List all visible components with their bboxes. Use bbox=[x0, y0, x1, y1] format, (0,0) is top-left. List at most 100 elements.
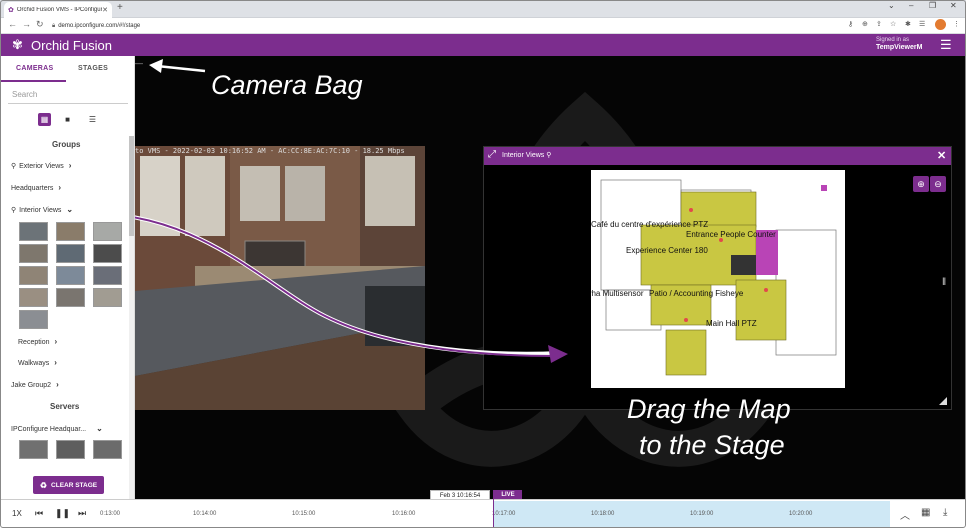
servers-heading: Servers bbox=[50, 402, 80, 411]
stage[interactable]: — to VMS - 2022-02-03 10:16:52 AM - AC:C… bbox=[135, 56, 966, 499]
browser-tab-title: Orchid Fusion VMS - IPConfigure bbox=[16, 7, 103, 13]
key-icon[interactable]: ⚷ bbox=[848, 20, 853, 28]
app-header: ✾ Orchid Fusion Signed in as TempViewerM… bbox=[0, 34, 966, 56]
sidebar-scrollbar-thumb[interactable] bbox=[129, 136, 134, 236]
drag-map-callout-line1: Drag the Map bbox=[627, 394, 791, 424]
search-input[interactable]: Search bbox=[12, 90, 37, 99]
group-interior-views[interactable]: ⚲ Interior Views ⌄ bbox=[11, 205, 73, 214]
group-headquarters[interactable]: Headquarters › bbox=[11, 183, 61, 192]
timeline-tick-label: 10:14:00 bbox=[193, 511, 217, 517]
group-reception[interactable]: Reception › bbox=[18, 337, 57, 346]
playback-speed[interactable]: 1X bbox=[12, 509, 22, 518]
group-label: Exterior Views bbox=[19, 163, 64, 170]
chevron-down-icon: ⌄ bbox=[96, 424, 103, 433]
browser-menu-icon[interactable]: ⋮ bbox=[953, 20, 960, 28]
share-icon[interactable]: ⇪ bbox=[876, 20, 882, 28]
group-label: Jake Group2 bbox=[11, 382, 52, 389]
skip-forward-icon[interactable]: ⏭ bbox=[78, 508, 86, 519]
group-label: Interior Views bbox=[19, 207, 62, 214]
group-exterior-views[interactable]: ⚲ Exterior Views › bbox=[11, 161, 71, 170]
username[interactable]: TempViewerM bbox=[876, 44, 922, 51]
chevron-right-icon: › bbox=[54, 337, 58, 346]
server-label: IPConfigure Headquar... bbox=[11, 426, 87, 433]
maximize-icon[interactable]: ❐ bbox=[929, 1, 936, 10]
camera-thumbnail[interactable] bbox=[19, 266, 48, 285]
timeline-tick-label: 10:16:00 bbox=[392, 511, 416, 517]
search-underline bbox=[8, 103, 128, 104]
menu-icon[interactable]: ☰ bbox=[940, 37, 952, 53]
orchid-logo-icon: ✾ bbox=[12, 37, 23, 52]
group-jake-group2[interactable]: Jake Group2 › bbox=[11, 380, 59, 389]
camera-thumbnail[interactable] bbox=[19, 244, 48, 263]
calendar-icon[interactable]: ▦ bbox=[921, 507, 930, 518]
camera-bag-callout: Camera Bag bbox=[211, 70, 363, 100]
map-pin-icon: ⚲ bbox=[11, 207, 17, 214]
url-field[interactable]: 🔒︎ demo.ipconfigure.com/#!/stage bbox=[52, 20, 140, 32]
timeline-tick-label: 0:13:00 bbox=[100, 511, 121, 517]
timeline-tick-label: 10:17:00 bbox=[492, 511, 516, 517]
camera-thumbnail[interactable] bbox=[19, 440, 48, 459]
camera-thumbnail[interactable] bbox=[93, 440, 122, 459]
camera-thumbnail[interactable] bbox=[19, 310, 48, 329]
bookmark-star-icon[interactable]: ☆ bbox=[890, 20, 896, 28]
timeline: 1X ⏮ ❚❚ ⏭ 0:13:00 10:14:00 10:15:00 10:1… bbox=[0, 490, 966, 528]
browser-tab-bar: ✿ Orchid Fusion VMS - IPConfigure ✕ + ⌄ … bbox=[0, 0, 966, 18]
camera-thumbnail[interactable] bbox=[19, 222, 48, 241]
timeline-tick-label: 10:18:00 bbox=[591, 511, 615, 517]
back-icon[interactable]: ← bbox=[8, 19, 17, 29]
new-tab-icon[interactable]: + bbox=[117, 2, 123, 13]
camera-thumbnail[interactable] bbox=[56, 440, 85, 459]
download-icon[interactable]: ⤓ bbox=[943, 507, 947, 518]
camera-thumbnail[interactable] bbox=[19, 288, 48, 307]
chevron-up-icon[interactable]: ︿ bbox=[900, 507, 910, 522]
minimize-window-icon[interactable]: ⌄ bbox=[888, 1, 895, 10]
forward-icon[interactable]: → bbox=[22, 19, 31, 29]
chevron-right-icon: › bbox=[58, 183, 62, 192]
minimize-icon[interactable]: – bbox=[909, 1, 913, 10]
active-tab-indicator bbox=[0, 80, 66, 82]
camera-thumbnail[interactable] bbox=[93, 244, 122, 263]
camera-thumbnail[interactable] bbox=[93, 288, 122, 307]
close-tab-icon[interactable]: ✕ bbox=[102, 6, 108, 14]
tab-cameras[interactable]: CAMERAS bbox=[16, 65, 54, 72]
tab-stages[interactable]: STAGES bbox=[78, 65, 108, 72]
orchid-favicon-icon: ✿ bbox=[8, 7, 14, 14]
timeline-tick-label: 10:15:00 bbox=[292, 511, 316, 517]
pause-icon[interactable]: ❚❚ bbox=[55, 508, 70, 519]
chevron-down-icon: ⌄ bbox=[66, 205, 74, 214]
camera-thumbnail[interactable] bbox=[56, 244, 85, 263]
skip-back-icon[interactable]: ⏮ bbox=[35, 508, 43, 519]
timeline-tick-label: 10:19:00 bbox=[690, 511, 714, 517]
single-view-icon[interactable]: ■ bbox=[61, 113, 74, 126]
camera-thumbnail[interactable] bbox=[56, 266, 85, 285]
extensions-icon[interactable]: ✱ bbox=[905, 20, 911, 28]
close-window-icon[interactable]: ✕ bbox=[950, 1, 957, 10]
server-item[interactable]: IPConfigure Headquar... ⌄ bbox=[11, 424, 103, 433]
chevron-right-icon: › bbox=[54, 358, 57, 367]
chevron-right-icon: › bbox=[56, 380, 59, 389]
clear-stage-label: CLEAR STAGE bbox=[51, 481, 98, 489]
camera-thumbnail[interactable] bbox=[56, 222, 85, 241]
group-label: Headquarters bbox=[11, 185, 54, 192]
lock-icon: 🔒︎ bbox=[52, 22, 56, 29]
reading-list-icon[interactable]: ☰ bbox=[919, 20, 925, 28]
profile-avatar[interactable] bbox=[935, 19, 946, 30]
groups-heading: Groups bbox=[52, 140, 81, 149]
url-text: demo.ipconfigure.com/#!/stage bbox=[58, 23, 141, 29]
chevron-right-icon: › bbox=[68, 161, 72, 170]
list-view-icon[interactable]: ☰ bbox=[86, 113, 99, 126]
recycle-icon: ♻ bbox=[39, 480, 48, 490]
camera-thumbnail[interactable] bbox=[93, 222, 122, 241]
camera-thumbnail[interactable] bbox=[93, 266, 122, 285]
reload-icon[interactable]: ↻ bbox=[36, 19, 44, 30]
browser-tab[interactable]: ✿ Orchid Fusion VMS - IPConfigure ✕ bbox=[4, 2, 112, 18]
group-walkways[interactable]: Walkways › bbox=[18, 358, 57, 367]
signed-in-label: Signed in as bbox=[876, 37, 910, 43]
clear-stage-button[interactable]: ♻ CLEAR STAGE bbox=[33, 476, 104, 494]
grid-view-icon[interactable]: ▦ bbox=[38, 113, 51, 126]
map-pin-icon: ⚲ bbox=[11, 163, 17, 170]
timeline-cursor[interactable] bbox=[493, 490, 494, 528]
zoom-icon[interactable]: ⊕ bbox=[862, 20, 868, 28]
camera-thumbnail[interactable] bbox=[56, 288, 85, 307]
group-label: Reception bbox=[18, 339, 50, 346]
